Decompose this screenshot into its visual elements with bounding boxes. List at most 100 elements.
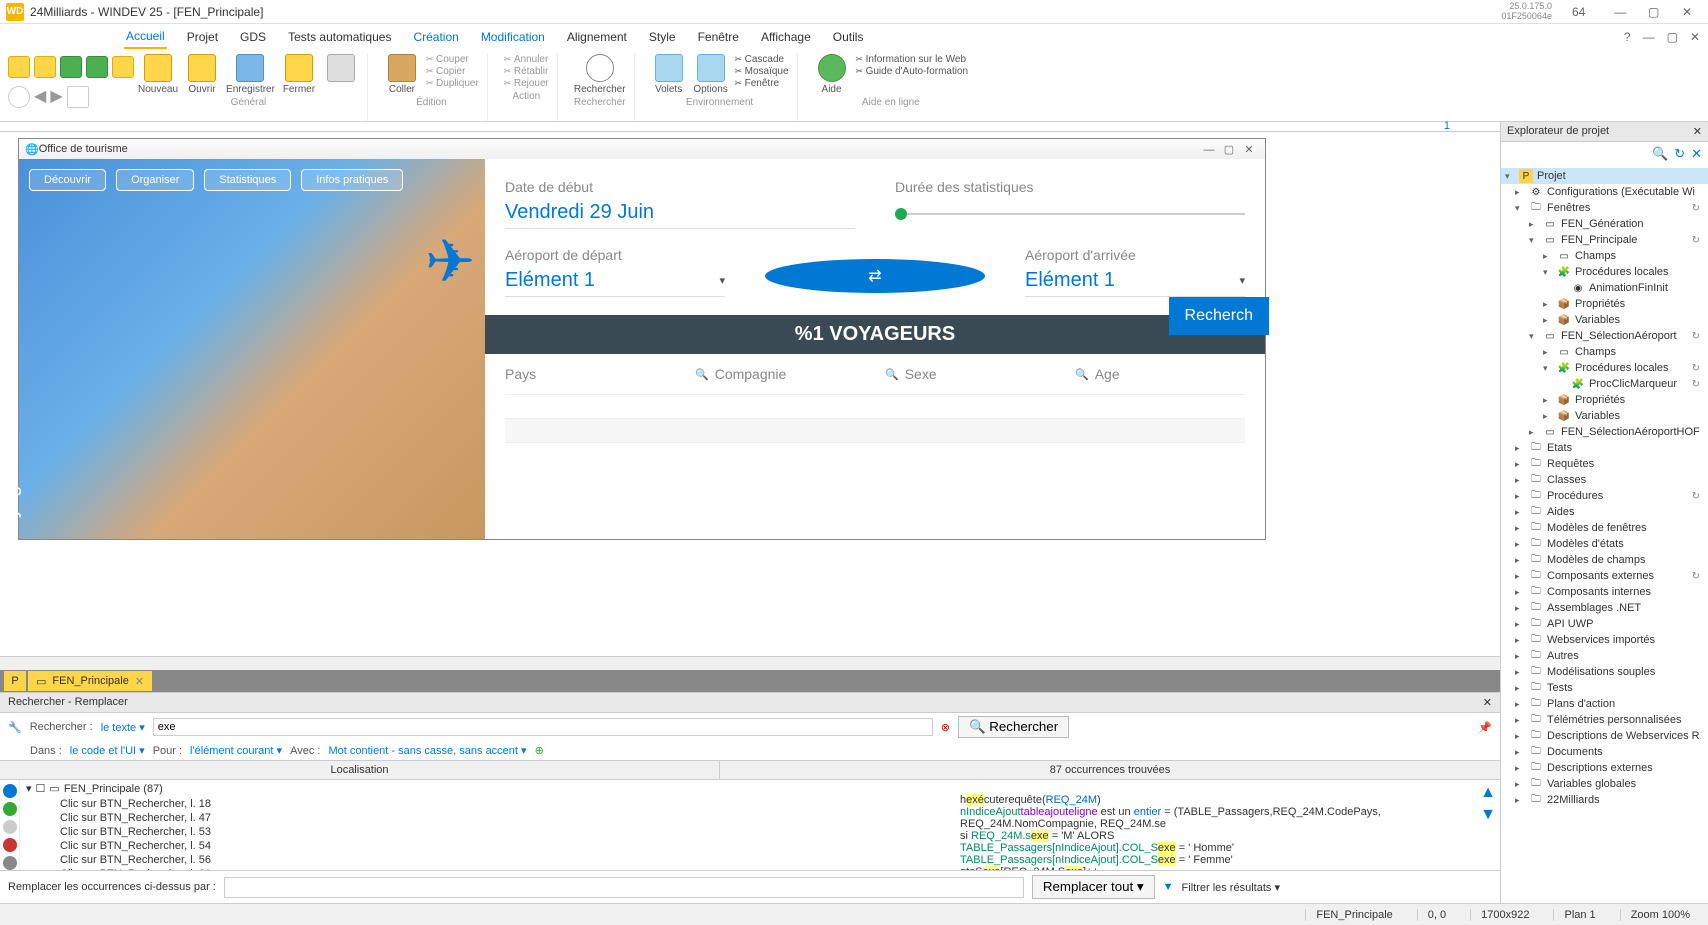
tab-modification[interactable]: Modification xyxy=(479,26,547,48)
tree-item[interactable]: ▾🧩Procédures locales↻ xyxy=(1501,360,1708,376)
nav-decouvrir[interactable]: Découvrir xyxy=(29,169,106,191)
maximize-button[interactable]: ▢ xyxy=(1639,5,1669,19)
sr-icon5[interactable] xyxy=(3,856,17,870)
tree-item[interactable]: ▸🗀Modélisations souples xyxy=(1501,664,1708,680)
explorer-close-icon[interactable]: ✕ xyxy=(1693,125,1702,138)
sr-pour-dropdown[interactable]: l'élément courant ▾ xyxy=(190,744,282,757)
doc-min-icon[interactable]: — xyxy=(1643,30,1655,44)
tree-item[interactable]: ▸🗀Classes xyxy=(1501,472,1708,488)
qt-bug-icon[interactable] xyxy=(34,56,56,78)
tree-item[interactable]: ▸▭FEN_SélectionAéroportHOF xyxy=(1501,424,1708,440)
retablir-button[interactable]: Rétablir xyxy=(504,66,549,77)
fenetre-button[interactable]: Fenêtre xyxy=(735,78,789,89)
nav-statistiques[interactable]: Statistiques xyxy=(204,169,291,191)
filter-results-button[interactable]: Filtrer les résultats ▾ xyxy=(1182,881,1280,894)
sr-result-item[interactable]: Clic sur BTN_Rechercher, l. 56 xyxy=(20,853,956,867)
minimize-button[interactable]: — xyxy=(1605,5,1635,19)
doc-help-icon[interactable]: ? xyxy=(1624,30,1631,44)
enregistrer-button[interactable]: Enregistrer xyxy=(226,54,275,95)
tree-item[interactable]: ▸🗀Descriptions de Webservices R xyxy=(1501,728,1708,744)
tab-alignement[interactable]: Alignement xyxy=(565,26,629,48)
tree-item[interactable]: ▸🗀Modèles d'états xyxy=(1501,536,1708,552)
tree-item[interactable]: ▸🗀Modèles de champs xyxy=(1501,552,1708,568)
couper-button[interactable]: Couper xyxy=(426,54,479,65)
tree-item[interactable]: ▸📦Propriétés xyxy=(1501,296,1708,312)
sr-result-item[interactable]: Clic sur BTN_Rechercher, l. 18 xyxy=(20,797,956,811)
tree-item[interactable]: ▸🗀Composants internes xyxy=(1501,584,1708,600)
tree-item[interactable]: ▸▭Champs xyxy=(1501,344,1708,360)
rejouer-button[interactable]: Rejouer xyxy=(504,78,549,89)
tree-item[interactable]: ▸📦Propriétés xyxy=(1501,392,1708,408)
info-web-button[interactable]: Information sur le Web xyxy=(856,54,969,65)
sr-result-group[interactable]: ▾☐▭FEN_Principale (87) xyxy=(20,780,956,797)
sr-icon1[interactable] xyxy=(3,784,17,798)
undo-icon[interactable]: ◀ xyxy=(34,86,46,108)
tree-item[interactable]: ▸🗀Composants externes↻ xyxy=(1501,568,1708,584)
nav-organiser[interactable]: Organiser xyxy=(116,169,194,191)
tree-item[interactable]: ▸🗀Documents xyxy=(1501,744,1708,760)
mock-window[interactable]: 🌐 Office de tourisme —▢✕ Découvrir Organ… xyxy=(18,138,1266,540)
cascade-button[interactable]: Cascade xyxy=(735,54,789,65)
sr-result-item[interactable]: Clic sur BTN_Rechercher, l. 54 xyxy=(20,839,956,853)
aide-button[interactable]: Aide xyxy=(814,54,850,95)
pin-icon[interactable]: 📌 xyxy=(1478,721,1492,734)
tab-accueil[interactable]: Accueil xyxy=(124,25,167,49)
copier-button[interactable]: Copier xyxy=(426,66,479,77)
status-zoom[interactable]: Zoom 100% xyxy=(1620,909,1700,921)
sr-result-item[interactable]: Clic sur BTN_Rechercher, l. 53 xyxy=(20,825,956,839)
dupliquer-button[interactable]: Dupliquer xyxy=(426,78,479,89)
mock-search-button[interactable]: Recherch xyxy=(1169,297,1269,335)
exp-search-icon[interactable]: 🔍 xyxy=(1652,146,1668,162)
doc-close-icon[interactable]: ✕ xyxy=(1690,30,1700,44)
mock-close-icon[interactable]: ✕ xyxy=(1239,143,1259,156)
tree-item[interactable]: ▸🗀Procédures↻ xyxy=(1501,488,1708,504)
sr-dans-dropdown[interactable]: le code et l'UI ▾ xyxy=(70,744,145,757)
tab-affichage[interactable]: Affichage xyxy=(759,26,813,48)
tree-item[interactable]: ▾🧩Procédures locales xyxy=(1501,264,1708,280)
tree-item[interactable]: ▾▭FEN_SélectionAéroport↻ xyxy=(1501,328,1708,344)
tab-gds[interactable]: GDS xyxy=(238,26,268,48)
tree-item[interactable]: ▸🗀Télémétries personnalisées xyxy=(1501,712,1708,728)
tree-item[interactable]: ▸🗀Plans d'action xyxy=(1501,696,1708,712)
qt-yellow3-icon[interactable] xyxy=(112,56,134,78)
tab-style[interactable]: Style xyxy=(647,26,678,48)
sr-scope-dropdown[interactable]: le texte ▾ xyxy=(101,721,145,734)
tab-projet[interactable]: Projet xyxy=(185,26,220,48)
tree-item[interactable]: ▸🗀Descriptions externes xyxy=(1501,760,1708,776)
add-icon[interactable]: ⊕ xyxy=(535,744,544,757)
tree-item[interactable]: 🧩ProcClicMarqueur↻ xyxy=(1501,376,1708,392)
ouvrir-button[interactable]: Ouvrir xyxy=(184,54,220,95)
nouveau-button[interactable]: Nouveau xyxy=(138,54,178,95)
volets-button[interactable]: Volets xyxy=(651,54,687,95)
home-tab[interactable]: P xyxy=(4,671,26,691)
tree-item[interactable]: ◉AnimationFinInit xyxy=(1501,280,1708,296)
tree-item[interactable]: ▸🗀Modèles de fenêtres xyxy=(1501,520,1708,536)
sr-close-icon[interactable]: ✕ xyxy=(1483,696,1492,709)
tree-item[interactable]: ▸▭FEN_Génération xyxy=(1501,216,1708,232)
print-button[interactable] xyxy=(323,54,359,82)
close-button[interactable]: ✕ xyxy=(1672,5,1702,19)
mock-max-icon[interactable]: ▢ xyxy=(1219,143,1239,156)
qt-link-icon[interactable] xyxy=(67,86,89,108)
qt-sync-icon[interactable] xyxy=(8,86,30,108)
exp-close-all-icon[interactable]: ✕ xyxy=(1691,146,1702,162)
mosaique-button[interactable]: Mosaïque xyxy=(735,66,789,77)
fermer-button[interactable]: Fermer xyxy=(281,54,317,95)
sr-avec-dropdown[interactable]: Mot contient - sans casse, sans accent ▾ xyxy=(328,744,526,757)
next-result-icon[interactable]: ▼ xyxy=(1480,806,1496,824)
tab-creation[interactable]: Création xyxy=(411,26,460,48)
replace-all-button[interactable]: Remplacer tout ▾ xyxy=(1032,875,1155,899)
tree-item[interactable]: ▸🗀Assemblages .NET xyxy=(1501,600,1708,616)
swap-button[interactable]: ⇄ xyxy=(765,259,985,293)
tree-item[interactable]: ▸▭Champs xyxy=(1501,248,1708,264)
tab-outils[interactable]: Outils xyxy=(831,26,866,48)
tree-item[interactable]: ▸🗀Variables globales xyxy=(1501,776,1708,792)
sr-tool-icon[interactable]: 🔧 xyxy=(8,721,22,734)
arrivee-select[interactable]: Elément 1▾ xyxy=(1025,269,1245,297)
design-hscroll[interactable] xyxy=(0,656,1500,670)
redo-icon[interactable]: ▶ xyxy=(50,86,62,108)
doc-max-icon[interactable]: ▢ xyxy=(1667,30,1678,44)
exp-refresh-icon[interactable]: ↻ xyxy=(1674,146,1685,162)
prev-result-icon[interactable]: ▲ xyxy=(1480,784,1496,802)
tree-item[interactable]: ▸⚙Configurations (Exécutable Wi xyxy=(1501,184,1708,200)
